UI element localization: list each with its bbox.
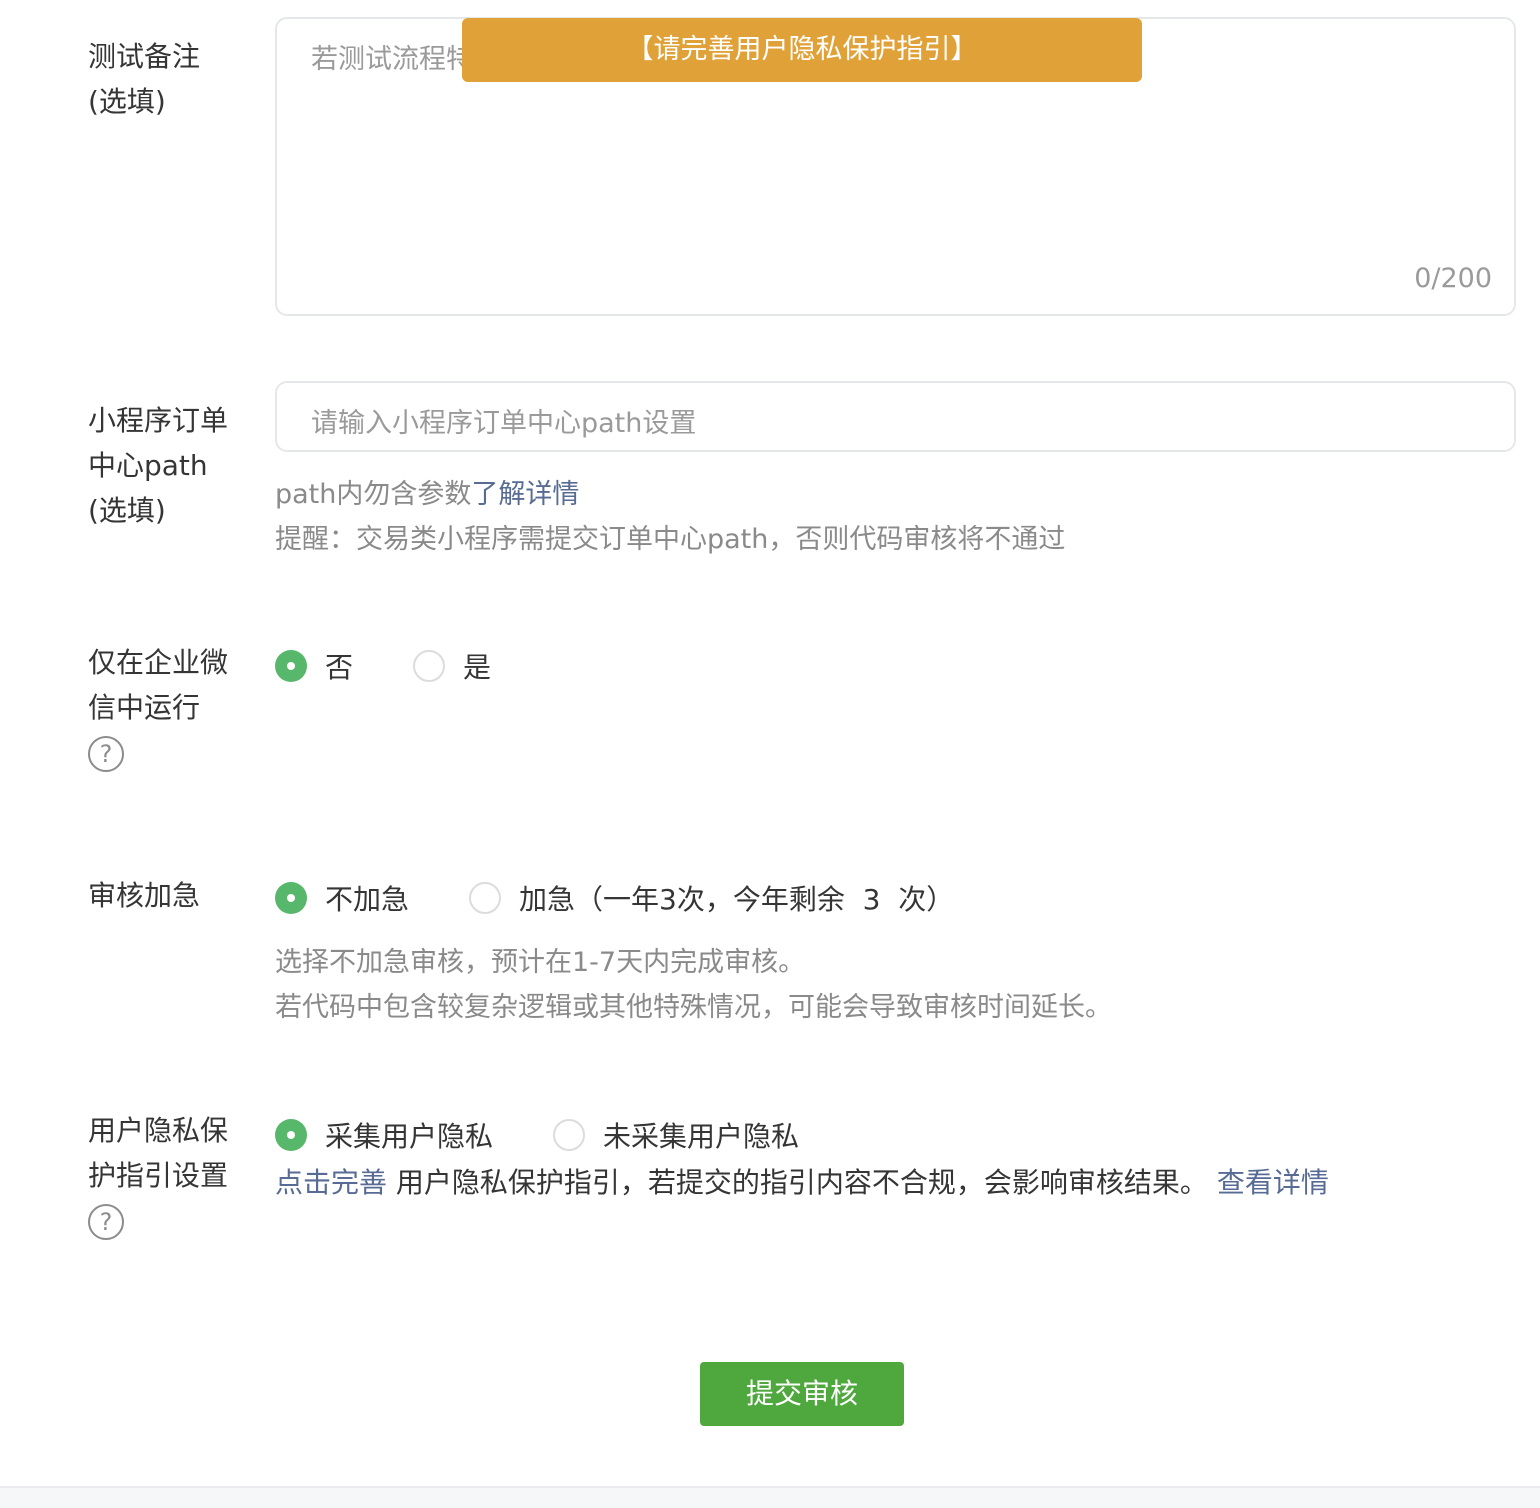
- question-mark-icon[interactable]: ?: [88, 1204, 124, 1240]
- learn-more-link[interactable]: 了解详情: [471, 479, 579, 510]
- submit-review-button[interactable]: 提交审核: [700, 1362, 904, 1426]
- urgent-review-label: 审核加急: [88, 879, 201, 912]
- test-notes-label-optional: (选填): [88, 85, 166, 118]
- privacy-guide-tip: 点击完善 用户隐私保护指引，若提交的指引内容不合规，会影响审核结果。 查看详情: [275, 1161, 1329, 1201]
- order-path-label-line1: 小程序订单: [88, 404, 229, 437]
- test-notes-placeholder: 若测试流程特: [311, 44, 473, 75]
- radio-selected-icon: [275, 1119, 307, 1151]
- privacy-option-not-collect[interactable]: 未采集用户隐私: [553, 1115, 799, 1155]
- radio-unselected-icon: [413, 650, 445, 682]
- test-notes-label-line1: 测试备注: [88, 40, 201, 73]
- order-path-reminder: 提醒：交易类小程序需提交订单中心path，否则代码审核将不通过: [275, 524, 1066, 555]
- privacy-option-not-collect-label: 未采集用户隐私: [603, 1120, 800, 1153]
- complete-guide-link[interactable]: 点击完善: [275, 1166, 387, 1199]
- privacy-guide-label-line2: 护指引设置: [88, 1159, 229, 1192]
- wework-only-option-yes-label: 是: [463, 651, 492, 684]
- wework-only-label: 仅在企业微 信中运行 ?: [88, 640, 238, 775]
- test-notes-label: 测试备注 (选填): [88, 34, 238, 124]
- question-mark-icon[interactable]: ?: [88, 736, 124, 772]
- wework-only-radio-group: 否 是: [275, 646, 491, 686]
- order-path-input[interactable]: 请输入小程序订单中心path设置: [275, 381, 1516, 452]
- urgent-review-radio-group: 不加急 加急（一年3次，今年剩余 3 次）: [275, 878, 954, 918]
- urgent-option-normal[interactable]: 不加急: [275, 878, 469, 918]
- radio-unselected-icon: [553, 1119, 585, 1151]
- urgent-option-normal-label: 不加急: [325, 883, 410, 916]
- privacy-guide-toast: 【请完善用户隐私保护指引】: [462, 18, 1142, 82]
- order-path-tip-text: path内勿含参数: [275, 479, 472, 510]
- privacy-option-collect[interactable]: 采集用户隐私: [275, 1115, 553, 1155]
- radio-selected-icon: [275, 650, 307, 682]
- radio-unselected-icon: [469, 882, 501, 914]
- urgent-desc-line2: 若代码中包含较复杂逻辑或其他特殊情况，可能会导致审核时间延长。: [275, 992, 1112, 1023]
- wework-only-option-no-label: 否: [325, 651, 354, 684]
- privacy-guide-tip-text: 用户隐私保护指引，若提交的指引内容不合规，会影响审核结果。: [387, 1166, 1217, 1199]
- privacy-radio-group: 采集用户隐私 未采集用户隐私: [275, 1115, 799, 1155]
- wework-only-label-line1: 仅在企业微: [88, 646, 229, 679]
- order-path-label-optional: (选填): [88, 494, 166, 527]
- wework-only-option-yes[interactable]: 是: [413, 646, 491, 686]
- order-path-label-line2: 中心path: [88, 449, 208, 482]
- radio-selected-icon: [275, 882, 307, 914]
- urgent-option-expedite[interactable]: 加急（一年3次，今年剩余 3 次）: [469, 878, 954, 918]
- view-details-link[interactable]: 查看详情: [1217, 1166, 1329, 1199]
- char-counter: 0/200: [1414, 263, 1492, 294]
- privacy-guide-label-line1: 用户隐私保: [88, 1114, 229, 1147]
- page-footer-divider: [0, 1486, 1540, 1508]
- wework-only-label-line2: 信中运行: [88, 691, 201, 724]
- wework-only-option-no[interactable]: 否: [275, 646, 413, 686]
- urgent-option-expedite-label: 加急（一年3次，今年剩余 3 次）: [519, 883, 955, 916]
- privacy-option-collect-label: 采集用户隐私: [325, 1120, 494, 1153]
- order-path-label: 小程序订单 中心path (选填): [88, 398, 238, 533]
- urgent-desc-line1: 选择不加急审核，预计在1-7天内完成审核。: [275, 947, 806, 978]
- order-path-placeholder: 请输入小程序订单中心path设置: [311, 408, 697, 439]
- order-path-tip: path内勿含参数了解详情: [275, 472, 579, 511]
- privacy-guide-label: 用户隐私保 护指引设置 ?: [88, 1108, 238, 1243]
- audit-submit-form: 测试备注 (选填) 若测试流程特 0/200 【请完善用户隐私保护指引】 小程序…: [0, 0, 1540, 1508]
